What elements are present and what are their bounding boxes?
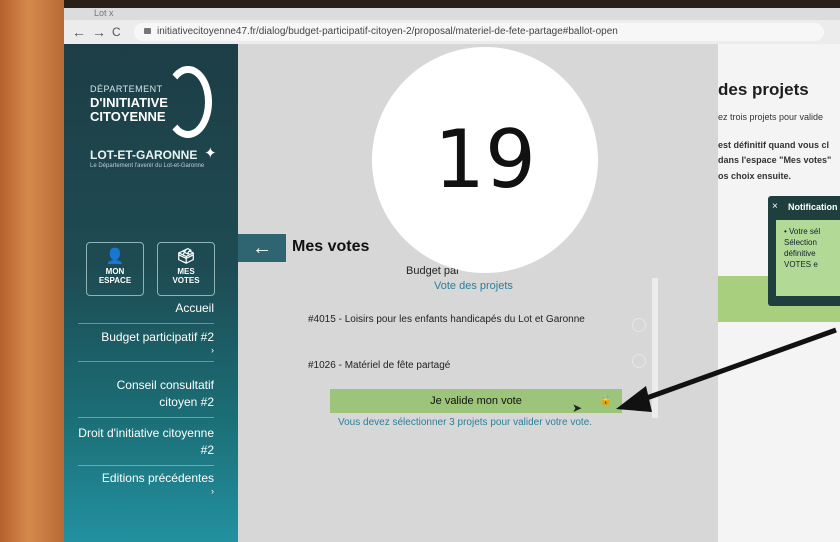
annotation-arrow-icon bbox=[616, 327, 837, 412]
